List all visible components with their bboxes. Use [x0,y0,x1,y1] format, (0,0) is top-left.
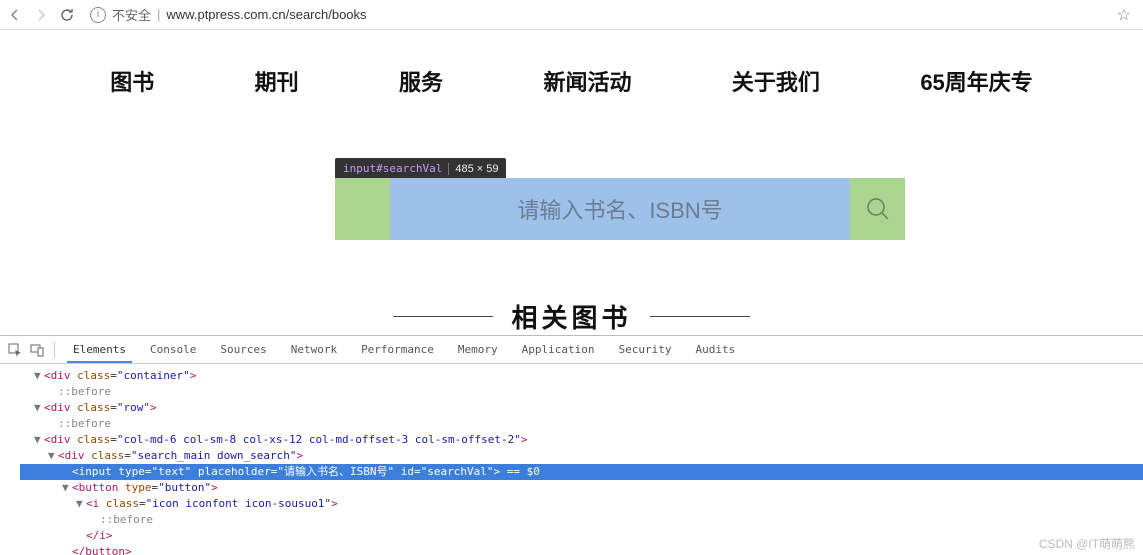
dom-tree-line[interactable]: ▼<div class="row"> [20,400,1143,416]
info-icon: i [90,7,106,23]
divider-line-left [393,316,493,317]
dom-tree-line[interactable]: ▼<div class="search_main down_search"> [20,448,1143,464]
devtools-tab-performance[interactable]: Performance [351,337,444,362]
dom-tree-line[interactable]: ::before [20,416,1143,432]
browser-chrome: i 不安全 | www.ptpress.com.cn/search/books … [0,0,1143,30]
back-button[interactable] [6,6,24,24]
address-bar[interactable]: i 不安全 | www.ptpress.com.cn/search/books [84,5,1109,24]
dom-tree-line[interactable]: </i> [20,528,1143,544]
device-toggle-icon[interactable] [28,341,46,359]
dom-tree-line[interactable]: ▼<div class="col-md-6 col-sm-8 col-xs-12… [20,432,1143,448]
nav-item-news[interactable]: 新闻活动 [543,65,631,97]
section-heading: 相关图书 [0,298,1143,335]
dom-tree-line[interactable]: </button> [20,544,1143,555]
forward-button[interactable] [32,6,50,24]
inspect-element-icon[interactable] [6,341,24,359]
search-button[interactable] [850,178,905,240]
dom-tree-line[interactable]: ▼<div class="container"> [20,368,1143,384]
inspect-selector: input#searchVal [343,162,442,175]
nav-item-about[interactable]: 关于我们 [732,65,820,97]
url-text: www.ptpress.com.cn/search/books [166,7,366,22]
dom-tree-line[interactable]: ▼<i class="icon iconfont icon-sousuo1"> [20,496,1143,512]
dom-tree-line[interactable]: ::before [20,384,1143,400]
devtools-tab-security[interactable]: Security [609,337,682,362]
dom-tree-line[interactable]: <input type="text" placeholder="请输入书名、IS… [20,464,1143,480]
inspect-tooltip: input#searchVal 485 × 59 [335,158,506,179]
devtools-tab-sources[interactable]: Sources [210,337,276,362]
devtools-tab-console[interactable]: Console [140,337,206,362]
page-content: 图书 期刊 服务 新闻活动 关于我们 65周年庆专 input#searchVa… [0,30,1143,335]
devtools-tab-network[interactable]: Network [281,337,347,362]
devtools-tab-audits[interactable]: Audits [686,337,746,362]
devtools-tab-memory[interactable]: Memory [448,337,508,362]
bookmark-star-icon[interactable]: ☆ [1117,5,1137,25]
search-left-highlight [335,178,390,240]
nav-item-books[interactable]: 图书 [110,65,154,97]
nav-item-periodicals[interactable]: 期刊 [255,65,299,97]
main-nav: 图书 期刊 服务 新闻活动 关于我们 65周年庆专 [0,30,1143,127]
divider-line-right [650,316,750,317]
inspect-dimensions: 485 × 59 [448,163,498,175]
watermark: CSDN @IT萌萌熊 [1039,535,1135,552]
nav-item-anniversary[interactable]: 65周年庆专 [920,65,1032,97]
insecure-label: 不安全 [112,5,151,24]
reload-button[interactable] [58,6,76,24]
search-container: 请输入书名、ISBN号 [335,178,905,240]
devtools-panel: Elements Console Sources Network Perform… [0,335,1143,555]
search-icon [864,195,892,223]
devtools-tab-elements[interactable]: Elements [63,337,136,362]
section-title: 相关图书 [511,298,631,335]
devtools-tab-application[interactable]: Application [512,337,605,362]
dom-tree-line[interactable]: ▼<button type="button"> [20,480,1143,496]
devtools-tabbar: Elements Console Sources Network Perform… [0,336,1143,364]
search-input[interactable]: 请输入书名、ISBN号 [390,178,850,240]
dom-tree-line[interactable]: ::before [20,512,1143,528]
devtools-dom-tree[interactable]: ▼<div class="container">::before▼<div cl… [0,364,1143,555]
nav-item-services[interactable]: 服务 [399,65,443,97]
